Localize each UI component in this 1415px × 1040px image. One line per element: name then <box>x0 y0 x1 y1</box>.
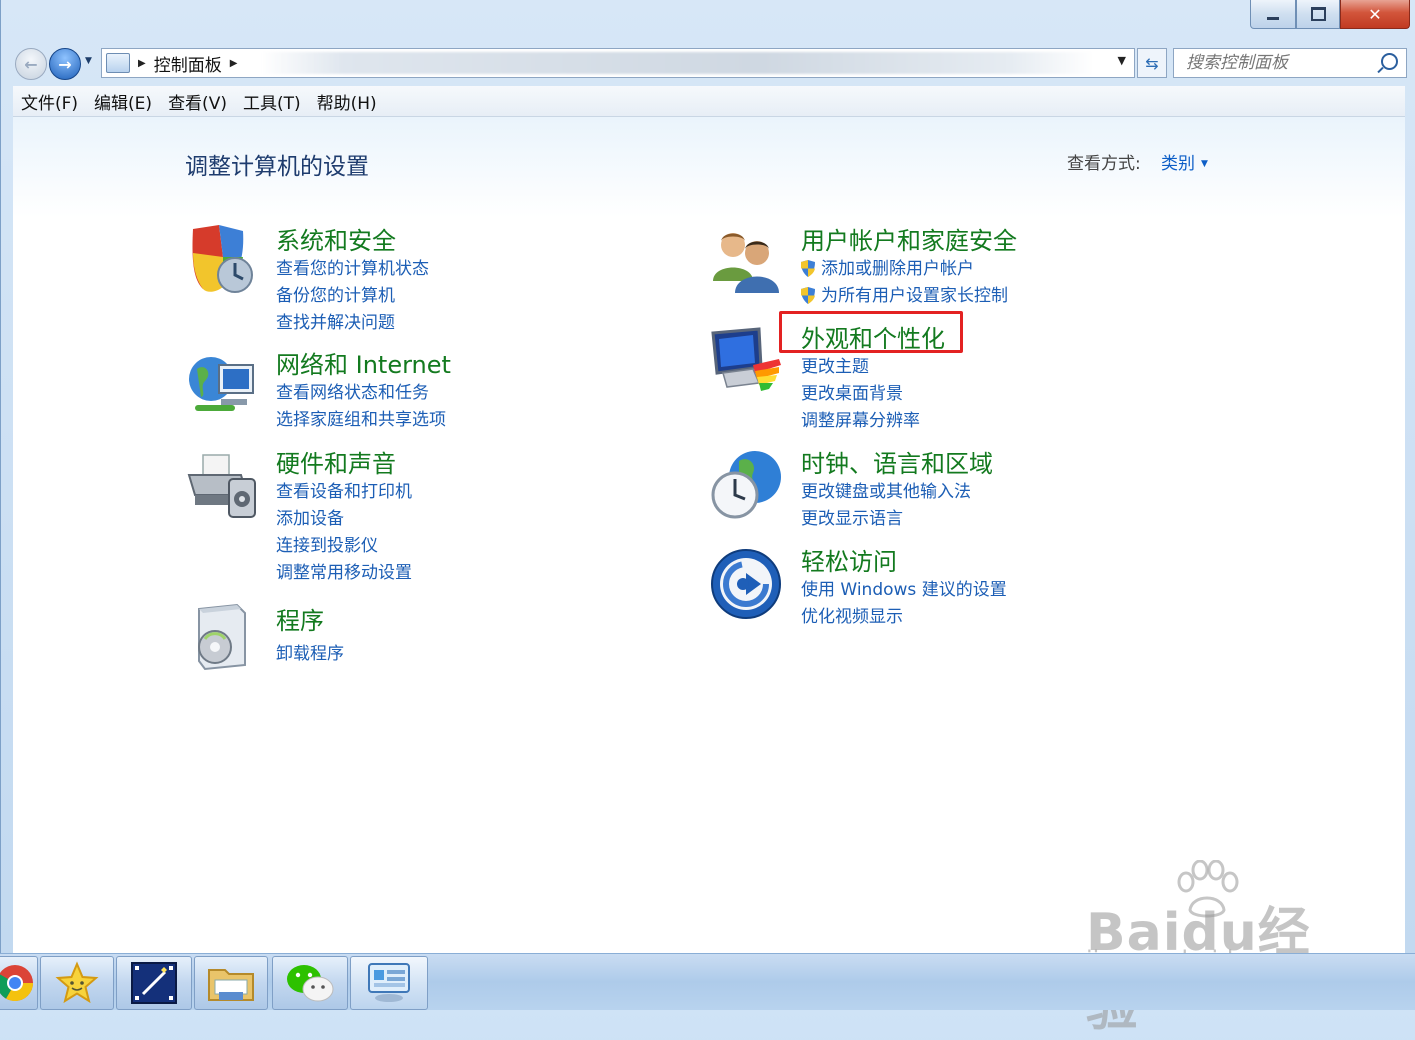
link-windows-recommended-settings[interactable]: 使用 Windows 建议的设置 <box>801 575 1007 600</box>
refresh-button[interactable]: ⇆ <box>1137 48 1167 78</box>
shield-icon <box>192 225 253 293</box>
forward-arrow-icon: → <box>58 54 72 74</box>
control-panel-small-icon <box>106 53 130 73</box>
link-change-input-method[interactable]: 更改键盘或其他输入法 <box>801 477 971 502</box>
breadcrumb-expand-icon[interactable]: ▶ <box>230 58 238 69</box>
link-mobility-settings[interactable]: 调整常用移动设置 <box>276 558 412 583</box>
link-devices-printers[interactable]: 查看设备和打印机 <box>276 477 412 502</box>
back-arrow-icon: ← <box>24 54 38 74</box>
ease-of-access-icon <box>711 549 781 619</box>
taskbar-star-app[interactable] <box>40 956 114 1010</box>
view-by-label: 查看方式: <box>1067 154 1141 174</box>
taskbar-file-explorer[interactable] <box>194 956 268 1010</box>
search-icon[interactable] <box>1381 53 1398 70</box>
link-troubleshoot[interactable]: 查找并解决问题 <box>276 308 395 333</box>
printer-icon <box>187 454 256 518</box>
navigation-bar: ← → ▼ ▶ 控制面板 ▶ ▼ ⇆ <box>13 44 1407 82</box>
taskbar <box>0 953 1415 1010</box>
link-optimize-visual-display[interactable]: 优化视频显示 <box>801 602 903 627</box>
link-add-remove-accounts[interactable]: 添加或删除用户帐户 <box>801 254 974 279</box>
menu-view[interactable]: 查看(V) <box>160 89 235 114</box>
menu-file[interactable]: 文件(F) <box>13 89 86 114</box>
view-by-value: 类别 <box>1161 154 1195 174</box>
uac-shield-icon <box>801 260 815 277</box>
link-add-device[interactable]: 添加设备 <box>276 504 344 529</box>
recent-pages-dropdown[interactable]: ▼ <box>85 56 92 66</box>
clock-globe-icon <box>711 451 781 519</box>
control-panel-window: ✕ ← → ▼ ▶ 控制面板 ▶ ▼ ⇆ 文件(F) 编辑(E) 查看(V) 工… <box>0 0 1415 953</box>
back-button[interactable]: ← <box>15 48 47 80</box>
chevron-down-icon: ▼ <box>1201 159 1208 169</box>
star-app-icon <box>55 961 99 1004</box>
close-button[interactable]: ✕ <box>1340 0 1410 29</box>
file-explorer-icon <box>208 969 254 1001</box>
control-panel-icon <box>368 963 410 1002</box>
minimize-icon <box>1267 16 1279 20</box>
link-adjust-resolution[interactable]: 调整屏幕分辨率 <box>801 406 920 431</box>
taskbar-chrome[interactable] <box>0 956 38 1010</box>
category-network-internet[interactable]: 网络和 Internet <box>276 345 451 380</box>
minimize-button[interactable] <box>1250 0 1296 29</box>
content-area: 调整计算机的设置 查看方式: 类别 ▼ 系统和安全 查看您的计算机状态 备份您的计… <box>13 117 1405 953</box>
link-parental-controls-label: 为所有用户设置家长控制 <box>821 286 1008 306</box>
menu-tools[interactable]: 工具(T) <box>235 89 309 114</box>
link-network-status[interactable]: 查看网络状态和任务 <box>276 378 429 403</box>
category-appearance-personalization[interactable]: 外观和个性化 <box>801 319 945 354</box>
link-homegroup-sharing[interactable]: 选择家庭组和共享选项 <box>276 405 446 430</box>
menu-help[interactable]: 帮助(H) <box>309 89 385 114</box>
link-backup-computer[interactable]: 备份您的计算机 <box>276 281 395 306</box>
taskbar-control-panel[interactable] <box>350 956 428 1010</box>
display-icon <box>711 327 781 391</box>
maximize-button[interactable] <box>1296 0 1340 29</box>
users-icon <box>713 233 779 293</box>
uac-shield-icon <box>801 287 815 304</box>
link-uninstall-program[interactable]: 卸载程序 <box>276 639 344 664</box>
category-programs[interactable]: 程序 <box>276 601 324 636</box>
link-view-computer-status[interactable]: 查看您的计算机状态 <box>276 254 429 279</box>
link-change-display-language[interactable]: 更改显示语言 <box>801 504 903 529</box>
category-system-security[interactable]: 系统和安全 <box>276 221 396 256</box>
link-parental-controls[interactable]: 为所有用户设置家长控制 <box>801 281 1008 306</box>
close-icon: ✕ <box>1368 4 1382 24</box>
chrome-icon <box>0 965 34 1002</box>
forward-button[interactable]: → <box>49 48 81 80</box>
link-connect-projector[interactable]: 连接到投影仪 <box>276 531 378 556</box>
category-hardware-sound[interactable]: 硬件和声音 <box>276 444 396 479</box>
menu-edit[interactable]: 编辑(E) <box>86 89 160 114</box>
address-dropdown-icon[interactable]: ▼ <box>1118 54 1126 67</box>
search-input[interactable] <box>1184 52 1384 74</box>
search-box <box>1173 48 1407 78</box>
category-ease-of-access[interactable]: 轻松访问 <box>801 542 897 577</box>
window-caption-buttons: ✕ <box>1250 0 1410 29</box>
address-blurred-area <box>261 52 1094 74</box>
taskbar-video-editor[interactable] <box>116 956 192 1010</box>
link-add-remove-accounts-label: 添加或删除用户帐户 <box>821 259 974 279</box>
programs-icon <box>198 603 246 671</box>
link-change-desktop-background[interactable]: 更改桌面背景 <box>801 379 903 404</box>
maximize-icon <box>1310 7 1326 21</box>
category-clock-language-region[interactable]: 时钟、语言和区域 <box>801 444 993 479</box>
page-title: 调整计算机的设置 <box>185 154 369 180</box>
link-change-theme[interactable]: 更改主题 <box>801 352 869 377</box>
breadcrumb-control-panel[interactable]: 控制面板 <box>154 51 222 76</box>
breadcrumb-separator-icon[interactable]: ▶ <box>138 58 146 69</box>
refresh-icon: ⇆ <box>1145 53 1159 73</box>
taskbar-wechat[interactable] <box>272 956 348 1010</box>
menu-bar: 文件(F) 编辑(E) 查看(V) 工具(T) 帮助(H) <box>13 86 1405 117</box>
network-icon <box>189 357 254 411</box>
address-bar[interactable]: ▶ 控制面板 ▶ ▼ <box>101 48 1135 78</box>
wechat-icon <box>287 965 334 1002</box>
view-by-dropdown[interactable]: 类别 ▼ <box>1161 149 1208 174</box>
category-user-accounts[interactable]: 用户帐户和家庭安全 <box>801 221 1017 256</box>
video-editor-icon <box>131 962 177 1004</box>
